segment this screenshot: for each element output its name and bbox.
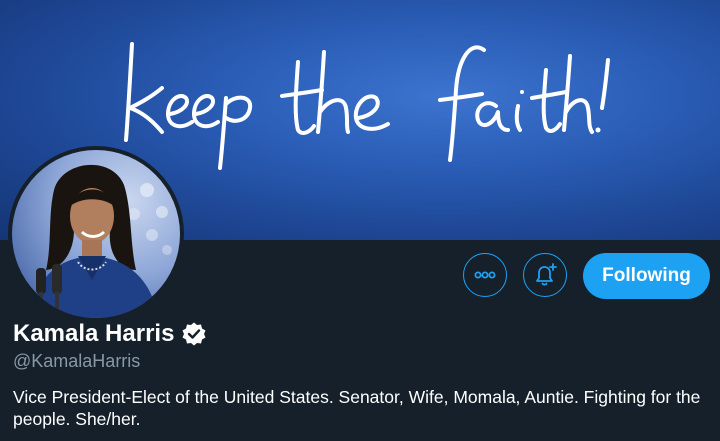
- profile-handle: @KamalaHarris: [13, 351, 141, 371]
- profile-name: Kamala Harris: [13, 320, 175, 347]
- profile-bio: Vice President-Elect of the United State…: [13, 387, 701, 429]
- profile-name-row: Kamala Harris: [13, 320, 207, 348]
- verified-badge-icon: [182, 322, 206, 346]
- following-button[interactable]: Following: [583, 253, 710, 299]
- more-horizontal-icon: [474, 271, 496, 279]
- avatar[interactable]: [8, 146, 184, 322]
- more-button[interactable]: [463, 253, 507, 297]
- notifications-button[interactable]: [523, 253, 567, 297]
- bell-plus-icon: [536, 263, 557, 286]
- avatar-photo: [12, 150, 180, 318]
